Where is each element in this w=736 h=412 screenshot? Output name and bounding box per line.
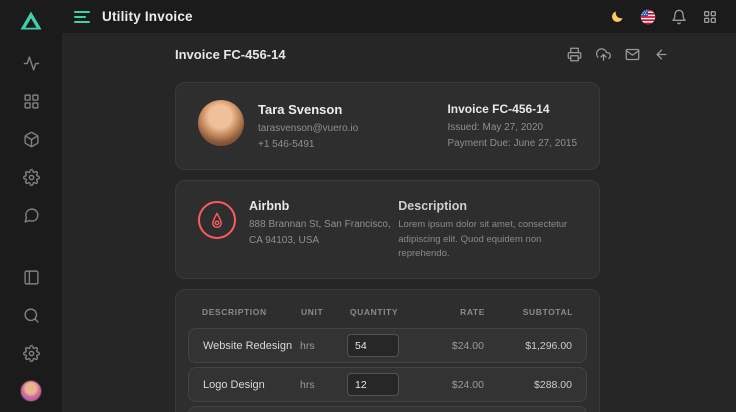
company-name: Airbnb — [249, 199, 398, 213]
cloud-upload-icon — [596, 47, 611, 62]
grid-icon — [23, 93, 40, 110]
cell-unit: hrs — [300, 340, 338, 352]
page-title: Utility Invoice — [102, 9, 193, 24]
company-logo — [198, 201, 236, 239]
customer-avatar — [198, 100, 244, 146]
description-heading: Description — [398, 199, 577, 213]
logo-triangle-icon — [19, 9, 43, 33]
sidebar-item-panels[interactable] — [18, 264, 44, 290]
invoice-number: Invoice FC-456-14 — [447, 102, 577, 116]
us-flag-icon — [640, 9, 656, 25]
menu-icon[interactable] — [74, 11, 90, 23]
sidebar-item-elements[interactable] — [18, 164, 44, 190]
dark-mode-toggle[interactable] — [609, 9, 625, 25]
apps-icon — [702, 9, 718, 25]
upload-button[interactable] — [596, 47, 611, 62]
company-address: 888 Brannan St, San Francisco, CA 94103,… — [249, 217, 398, 248]
bell-icon — [671, 9, 687, 25]
customer-email: tarasvenson@vuero.io — [258, 121, 358, 137]
search-icon — [23, 307, 40, 324]
sidebar — [0, 0, 62, 412]
line-items-card: DESCRIPTION UNIT QUANTITY RATE SUBTOTAL … — [175, 289, 600, 412]
column-header-quantity: QUANTITY — [339, 307, 409, 317]
table-header: DESCRIPTION UNIT QUANTITY RATE SUBTOTAL — [188, 302, 587, 328]
print-button[interactable] — [567, 47, 582, 62]
main-area: Utility Invoice — [62, 0, 736, 412]
email-button[interactable] — [625, 47, 640, 62]
invoice-actions — [567, 47, 669, 62]
content-area: Invoice FC-456-14 — [62, 33, 736, 412]
notifications-button[interactable] — [671, 9, 687, 25]
quantity-input[interactable] — [347, 373, 399, 396]
column-header-description: DESCRIPTION — [202, 307, 301, 317]
table-row: Custom Illustrations hrs $32.00 $224.00 — [188, 406, 587, 412]
column-header-unit: UNIT — [301, 307, 339, 317]
invoice-title: Invoice FC-456-14 — [175, 47, 286, 62]
sidebar-panel-icon — [23, 269, 40, 286]
cell-description: Logo Design — [203, 379, 300, 391]
box-icon — [23, 131, 40, 148]
cell-subtotal: $1,296.00 — [484, 340, 572, 352]
chat-icon — [23, 207, 40, 224]
app-window: Utility Invoice — [0, 0, 736, 412]
invoice-due-date: Payment Due: June 27, 2015 — [447, 136, 577, 152]
sidebar-item-messages[interactable] — [18, 202, 44, 228]
airbnb-icon — [206, 209, 228, 231]
table-row: Logo Design hrs $24.00 $288.00 — [188, 367, 587, 402]
quantity-input[interactable] — [347, 334, 399, 357]
cell-description: Website Redesign — [203, 340, 300, 352]
sidebar-item-search[interactable] — [18, 302, 44, 328]
navbar-actions — [609, 9, 718, 25]
arrow-left-icon — [654, 47, 669, 62]
company-card: Airbnb 888 Brannan St, San Francisco, CA… — [175, 180, 600, 279]
sidebar-item-layouts[interactable] — [18, 126, 44, 152]
company-info: Airbnb 888 Brannan St, San Francisco, CA… — [249, 197, 398, 248]
apps-button[interactable] — [702, 9, 718, 25]
invoice-issued-date: Issued: May 27, 2020 — [447, 120, 577, 136]
back-button[interactable] — [654, 47, 669, 62]
top-navbar: Utility Invoice — [62, 0, 736, 33]
customer-info: Tara Svenson tarasvenson@vuero.io +1 546… — [258, 100, 358, 152]
mail-icon — [625, 47, 640, 62]
app-logo[interactable] — [18, 7, 45, 34]
invoice-meta: Invoice FC-456-14 Issued: May 27, 2020 P… — [447, 100, 577, 151]
activity-icon — [23, 55, 40, 72]
sidebar-item-settings[interactable] — [18, 340, 44, 366]
cell-quantity — [338, 334, 408, 357]
cell-rate: $24.00 — [408, 340, 484, 352]
column-header-subtotal: SUBTOTAL — [485, 307, 573, 317]
customer-phone: +1 546-5491 — [258, 137, 358, 153]
table-row: Website Redesign hrs $24.00 $1,296.00 — [188, 328, 587, 363]
cell-subtotal: $288.00 — [484, 379, 572, 391]
customer-name: Tara Svenson — [258, 102, 358, 117]
description-text: Lorem ipsum dolor sit amet, consectetur … — [398, 218, 577, 262]
cell-quantity — [338, 373, 408, 396]
description-block: Description Lorem ipsum dolor sit amet, … — [398, 197, 577, 262]
sidebar-item-activity[interactable] — [18, 50, 44, 76]
invoice-header: Invoice FC-456-14 — [175, 47, 669, 62]
moon-icon — [609, 9, 625, 25]
column-header-rate: RATE — [409, 307, 485, 317]
cell-unit: hrs — [300, 379, 338, 391]
sidebar-item-dashboards[interactable] — [18, 88, 44, 114]
gear-icon — [23, 169, 40, 186]
language-selector[interactable] — [640, 9, 656, 25]
user-avatar[interactable] — [20, 380, 42, 402]
cell-rate: $24.00 — [408, 379, 484, 391]
customer-card: Tara Svenson tarasvenson@vuero.io +1 546… — [175, 82, 600, 170]
gear-icon — [23, 345, 40, 362]
print-icon — [567, 47, 582, 62]
